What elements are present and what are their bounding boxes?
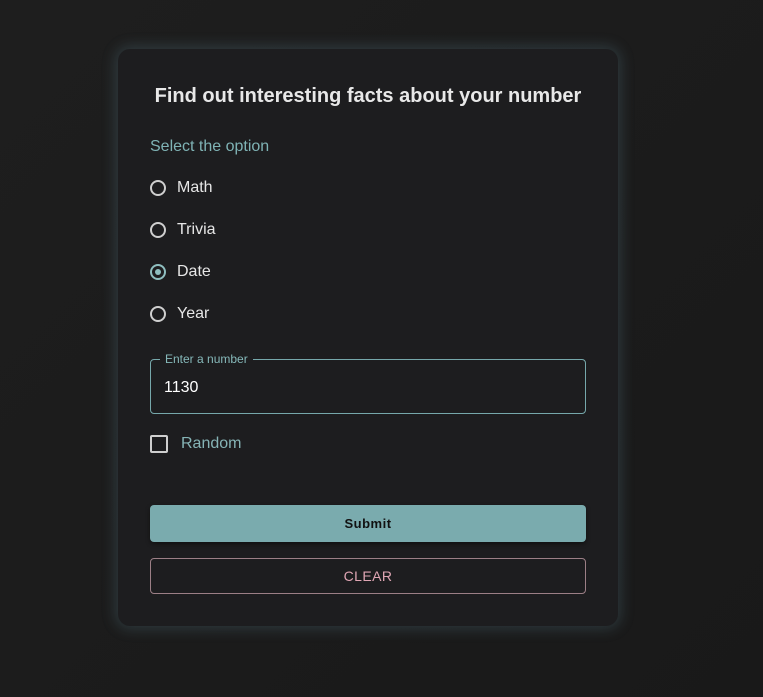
random-checkbox[interactable] [150, 435, 168, 453]
random-option[interactable]: Random [150, 433, 241, 455]
radio-button-year[interactable] [150, 306, 166, 322]
page-background: Find out interesting facts about your nu… [0, 0, 763, 697]
number-field: Enter a number [150, 352, 586, 414]
number-field-label: Enter a number [160, 352, 253, 366]
submit-button[interactable]: Submit [150, 505, 586, 542]
option-group-label: Select the option [150, 138, 270, 155]
radio-label-year: Year [177, 305, 210, 322]
number-facts-card: Find out interesting facts about your nu… [118, 49, 618, 626]
radio-label-math: Math [177, 179, 213, 196]
radio-button-math[interactable] [150, 180, 166, 196]
number-input[interactable] [164, 378, 564, 398]
page-title: Find out interesting facts about your nu… [154, 85, 582, 107]
radio-option-trivia[interactable]: Trivia [150, 218, 216, 242]
radio-option-date[interactable]: Date [150, 260, 211, 284]
radio-button-trivia[interactable] [150, 222, 166, 238]
random-checkbox-label: Random [181, 435, 242, 452]
clear-button[interactable]: CLEAR [150, 558, 586, 594]
radio-label-trivia: Trivia [177, 221, 216, 238]
radio-option-math[interactable]: Math [150, 176, 213, 200]
radio-label-date: Date [177, 263, 211, 280]
radio-option-year[interactable]: Year [150, 302, 209, 326]
radio-button-date[interactable] [150, 264, 166, 280]
